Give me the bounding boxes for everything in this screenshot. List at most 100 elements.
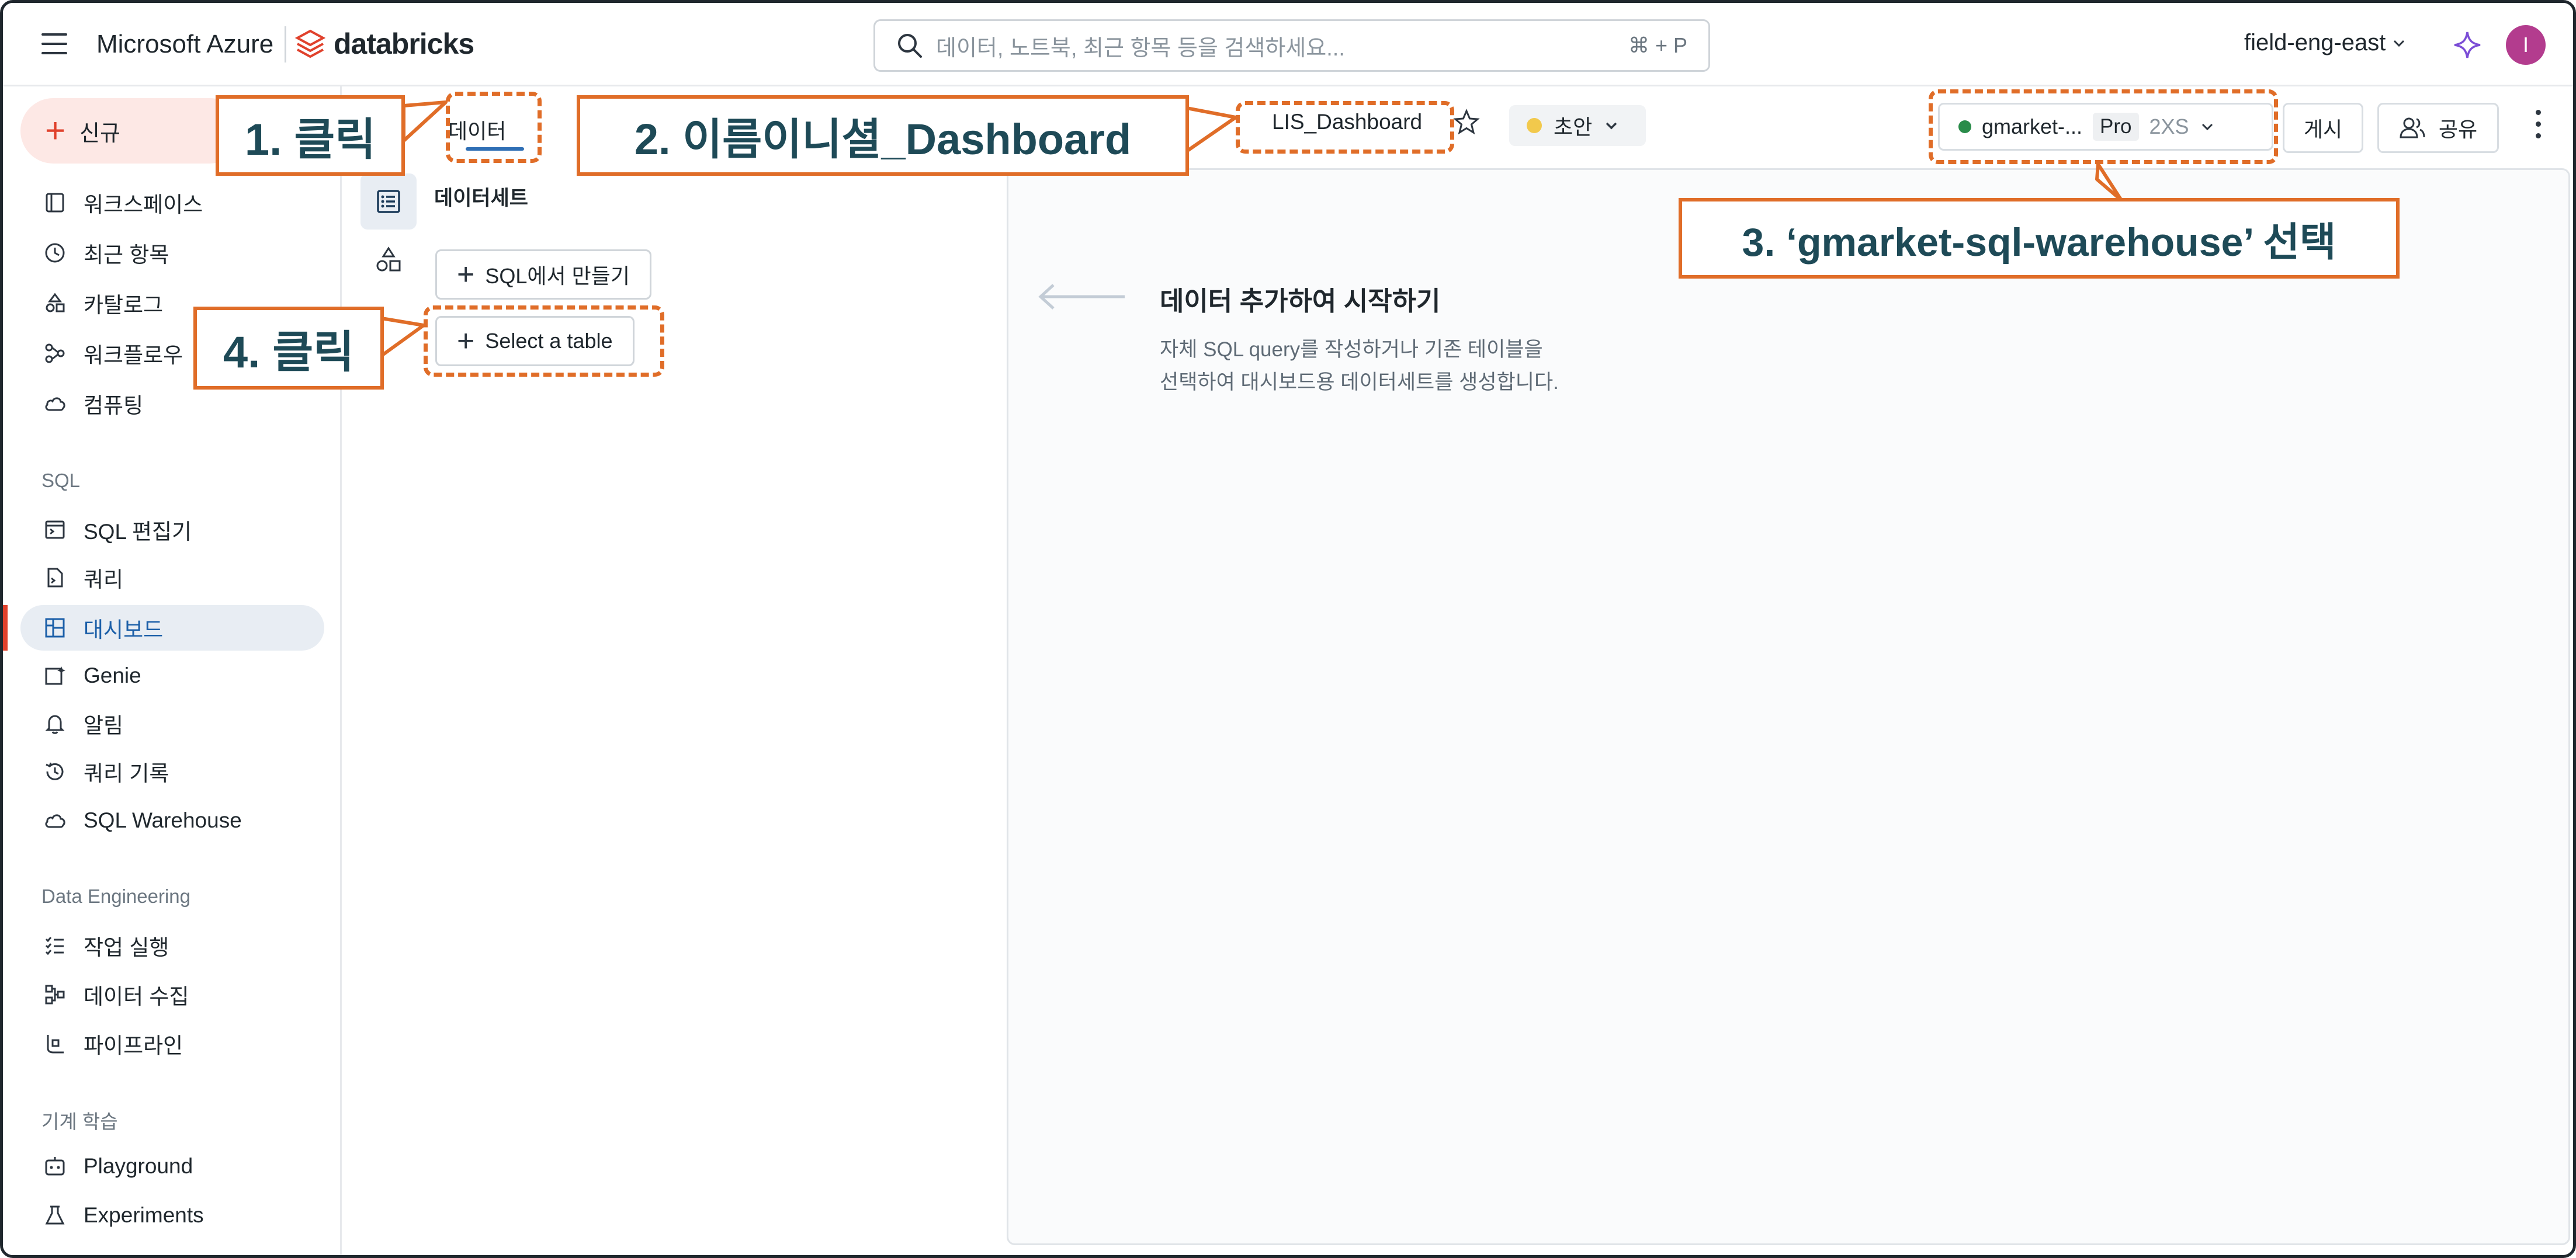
sidebar-item-label: 쿼리 기록 <box>84 762 169 786</box>
publish-button-label: 게시 <box>2303 117 2343 141</box>
sidebar-item-job-runs[interactable]: 작업 실행 <box>20 923 324 968</box>
datasets-heading: 데이터세트 <box>434 187 529 210</box>
sidebar-item-pipelines[interactable]: 파이프라인 <box>20 1021 324 1066</box>
empty-state-line-2: 선택하여 대시보드용 데이터세트를 생성합니다. <box>1160 371 1559 394</box>
sidebar-item-label: 대시보드 <box>84 618 164 642</box>
sidebar-section-machine-learning: 기계 학습 <box>41 1111 118 1132</box>
sidebar-item-experiments[interactable]: Experiments <box>20 1193 324 1238</box>
sidebar-item-genie[interactable]: Genie <box>20 653 324 698</box>
sidebar-section-data-engineering: Data Engineering <box>41 885 191 907</box>
sidebar-item-label: Experiments <box>84 1203 204 1227</box>
workflow-icon <box>41 340 68 367</box>
sidebar-item-label: 카탈로그 <box>84 293 164 317</box>
sidebar-item-label: 최근 항목 <box>84 243 169 267</box>
brand-divider <box>285 26 286 62</box>
hamburger-menu-icon[interactable] <box>41 33 67 54</box>
sidebar-item-alerts[interactable]: 알림 <box>20 701 324 746</box>
assistant-sparkle-icon[interactable] <box>2451 29 2484 61</box>
workspace-name: field-eng-east <box>2244 30 2386 55</box>
sidebar-item-label: 쿼리 <box>84 568 124 592</box>
sidebar-section-sql: SQL <box>41 470 81 491</box>
shapes-icon[interactable] <box>372 244 405 276</box>
clock-icon <box>41 239 68 266</box>
empty-state-description: 자체 SQL query를 작성하거나 기존 테이블을 선택하여 대시보드용 데… <box>1160 333 1559 399</box>
chevron-down-icon <box>1606 122 1617 130</box>
sidebar-item-label: SQL Warehouse <box>84 808 242 832</box>
pipeline-icon <box>41 1030 68 1057</box>
dataset-canvas <box>1007 168 2570 1245</box>
ingest-icon <box>41 981 68 1008</box>
catalog-icon <box>41 290 68 317</box>
datasets-rail-button[interactable] <box>360 173 417 230</box>
user-avatar[interactable]: I <box>2506 25 2546 65</box>
query-icon <box>41 564 68 591</box>
sidebar-item-playground[interactable]: Playground <box>20 1144 324 1189</box>
draft-status-dropdown[interactable]: 초안 <box>1509 105 1646 146</box>
sidebar-item-data-ingestion[interactable]: 데이터 수집 <box>20 972 324 1017</box>
new-button-label: 신규 <box>79 121 120 146</box>
genie-icon <box>41 662 68 689</box>
sidebar-item-label: 컴퓨팅 <box>84 394 144 418</box>
sidebar-item-label: 워크플로우 <box>84 343 183 367</box>
history-icon <box>41 758 68 785</box>
new-button[interactable]: + 신규 <box>20 98 242 164</box>
sidebar: + 신규 워크스페이스 최근 항목 카탈로그 워크플로우 컴퓨팅 SQL SQL… <box>3 86 342 1255</box>
sidebar-item-query-history[interactable]: 쿼리 기록 <box>20 749 324 794</box>
users-icon <box>2400 117 2425 138</box>
highlight-warehouse-selector <box>1929 89 2278 164</box>
search-icon <box>898 34 922 58</box>
draft-status-label: 초안 <box>1554 115 1593 139</box>
active-indicator <box>3 605 8 651</box>
highlight-dashboard-title <box>1236 101 1454 154</box>
sidebar-item-label: 작업 실행 <box>84 936 169 960</box>
sidebar-item-label: Playground <box>84 1154 193 1178</box>
publish-button[interactable]: 게시 <box>2283 103 2363 153</box>
databricks-logo-icon <box>295 29 325 58</box>
highlight-data-tab <box>446 92 542 163</box>
workspace-icon <box>41 189 68 216</box>
create-from-sql-label: SQL에서 만들기 <box>485 264 630 288</box>
annotation-step-1: 1. 클릭 <box>216 95 405 176</box>
cloud-icon <box>41 390 68 417</box>
sql-editor-icon <box>41 516 68 543</box>
list-icon <box>377 190 400 213</box>
create-from-sql-button[interactable]: + SQL에서 만들기 <box>435 249 652 300</box>
plus-icon: + <box>45 111 66 150</box>
star-icon[interactable] <box>1452 107 1481 137</box>
global-search-input[interactable]: 데이터, 노트북, 최근 항목 등을 검색하세요... ⌘ + P <box>873 19 1710 72</box>
sidebar-item-dashboards[interactable]: 대시보드 <box>20 605 324 651</box>
annotation-step-2: 2. 이름이니셜_Dashboard <box>577 95 1189 176</box>
sidebar-item-sql-editor[interactable]: SQL 편집기 <box>20 507 324 552</box>
search-shortcut: ⌘ + P <box>1628 33 1687 57</box>
top-bar: Microsoft Azure databricks 데이터, 노트북, 최근 … <box>3 3 2573 86</box>
sidebar-item-workspace[interactable]: 워크스페이스 <box>20 180 324 225</box>
bell-icon <box>41 710 68 737</box>
annotation-step-4: 4. 클릭 <box>193 307 384 390</box>
share-button-label: 공유 <box>2438 117 2478 141</box>
arrow-left-icon <box>1038 284 1125 310</box>
job-runs-icon <box>41 932 68 959</box>
dashboard-icon <box>41 614 68 641</box>
sidebar-item-label: 파이프라인 <box>84 1034 183 1058</box>
chevron-down-icon <box>2394 40 2405 47</box>
cloud-brand: Microsoft Azure <box>96 30 274 58</box>
plus-icon: + <box>457 258 475 291</box>
more-options-icon[interactable] <box>2529 110 2547 145</box>
workspace-switcher[interactable]: field-eng-east <box>2244 30 2407 56</box>
draft-status-dot <box>1527 118 1542 133</box>
sidebar-item-queries[interactable]: 쿼리 <box>20 555 324 600</box>
search-placeholder: 데이터, 노트북, 최근 항목 등을 검색하세요... <box>936 36 1345 61</box>
sidebar-item-label: 알림 <box>84 714 124 738</box>
share-button[interactable]: 공유 <box>2377 103 2499 153</box>
databricks-logo[interactable]: databricks <box>295 26 474 61</box>
brand-name: databricks <box>334 27 474 60</box>
warehouse-icon <box>41 807 68 834</box>
annotation-step-3: 3. ‘gmarket-sql-warehouse’ 선택 <box>1679 198 2400 279</box>
sidebar-item-sql-warehouse[interactable]: SQL Warehouse <box>20 798 324 843</box>
playground-icon <box>41 1153 68 1180</box>
experiments-icon <box>41 1202 68 1229</box>
sidebar-item-label: SQL 편집기 <box>84 520 192 544</box>
sidebar-item-label: 워크스페이스 <box>84 193 203 217</box>
sidebar-item-recents[interactable]: 최근 항목 <box>20 230 324 276</box>
highlight-select-table <box>424 305 664 377</box>
